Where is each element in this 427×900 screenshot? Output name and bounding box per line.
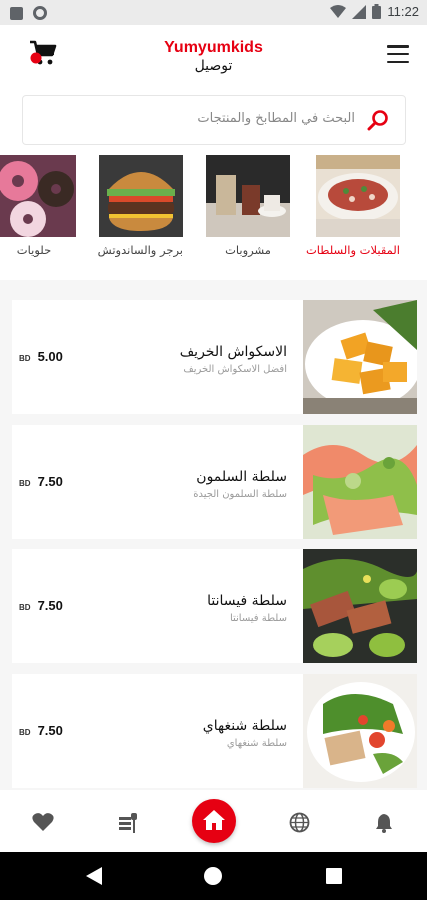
search-input[interactable]: البحث في المطابخ والمنتجات xyxy=(22,95,406,145)
category-label: مشروبات xyxy=(225,243,271,257)
product-price: BD 7.50 xyxy=(19,723,63,738)
category-label: حلويات xyxy=(16,243,52,257)
battery-icon xyxy=(372,4,382,19)
bell-icon[interactable] xyxy=(375,812,393,833)
category-appetizers-salads[interactable]: المقبلات والسلطات xyxy=(305,155,400,257)
category-desserts[interactable]: حلويات xyxy=(0,155,76,257)
price-amount: 7.50 xyxy=(37,474,63,489)
price-currency: BD xyxy=(19,354,31,363)
category-image xyxy=(316,155,400,237)
notification-icon xyxy=(10,6,23,20)
category-image xyxy=(99,155,183,237)
product-description: سلطة شنغهاي xyxy=(226,738,287,749)
recents-icon[interactable] xyxy=(326,868,342,884)
status-time: 11:22 xyxy=(387,4,419,19)
category-image xyxy=(206,155,290,237)
product-price: BD 7.50 xyxy=(19,598,63,613)
signal-icon xyxy=(352,4,367,19)
product-name: سلطة السلمون xyxy=(196,469,287,485)
status-bar: 11:22 xyxy=(0,0,427,25)
globe-icon[interactable] xyxy=(289,812,310,833)
back-icon[interactable] xyxy=(86,867,102,885)
product-name: سلطة شنغهاي xyxy=(202,718,287,734)
brand-subtitle: توصيل xyxy=(194,58,233,74)
brand-name: Yumyumkids xyxy=(164,39,263,56)
category-label: برجر والساندوتش xyxy=(97,243,183,257)
app-header: Yumyumkids توصيل xyxy=(0,25,427,90)
hamburger-menu-icon[interactable] xyxy=(387,45,409,63)
price-currency: BD xyxy=(19,479,31,488)
price-amount: 7.50 xyxy=(37,598,63,613)
price-currency: BD xyxy=(19,728,31,737)
product-name: الاسكواش الخريف xyxy=(179,344,287,360)
price-currency: BD xyxy=(19,603,31,612)
product-image xyxy=(303,549,417,663)
product-card[interactable]: سلطة فيسانتا سلطة فيسانتا BD 7.50 xyxy=(12,549,417,663)
product-price: BD 5.00 xyxy=(19,349,63,364)
product-image xyxy=(303,300,417,414)
sync-icon xyxy=(33,6,47,20)
product-card[interactable]: سلطة شنغهاي سلطة شنغهاي BD 7.50 xyxy=(12,674,417,788)
price-amount: 5.00 xyxy=(37,349,63,364)
product-card[interactable]: سلطة السلمون سلطة السلمون الجيدة BD 7.50 xyxy=(12,425,417,539)
category-drinks[interactable]: مشروبات xyxy=(206,155,290,257)
home-icon xyxy=(203,810,225,830)
search-placeholder: البحث في المطابخ والمنتجات xyxy=(197,111,355,126)
product-card[interactable]: الاسكواش الخريف افضل الاسكواش الخريف BD … xyxy=(12,300,417,414)
bottom-navigation xyxy=(0,790,427,852)
menu-food-icon[interactable] xyxy=(117,812,139,834)
system-home-icon[interactable] xyxy=(204,867,222,885)
category-image xyxy=(0,155,76,237)
product-image xyxy=(303,425,417,539)
heart-icon[interactable] xyxy=(32,812,54,832)
wifi-icon xyxy=(330,5,347,18)
product-price: BD 7.50 xyxy=(19,474,63,489)
product-name: سلطة فيسانتا xyxy=(207,593,287,609)
home-button[interactable] xyxy=(192,799,236,843)
category-label: المقبلات والسلطات xyxy=(305,243,400,257)
product-image xyxy=(303,674,417,788)
category-burgers-sandwiches[interactable]: برجر والساندوتش xyxy=(97,155,183,257)
product-description: سلطة السلمون الجيدة xyxy=(193,489,287,500)
search-icon[interactable] xyxy=(367,109,389,131)
top-section: البحث في المطابخ والمنتجات المقبلات والس… xyxy=(0,90,427,280)
price-amount: 7.50 xyxy=(37,723,63,738)
product-description: افضل الاسكواش الخريف xyxy=(183,364,287,375)
product-description: سلطة فيسانتا xyxy=(229,613,287,624)
system-navigation-bar xyxy=(0,852,427,900)
